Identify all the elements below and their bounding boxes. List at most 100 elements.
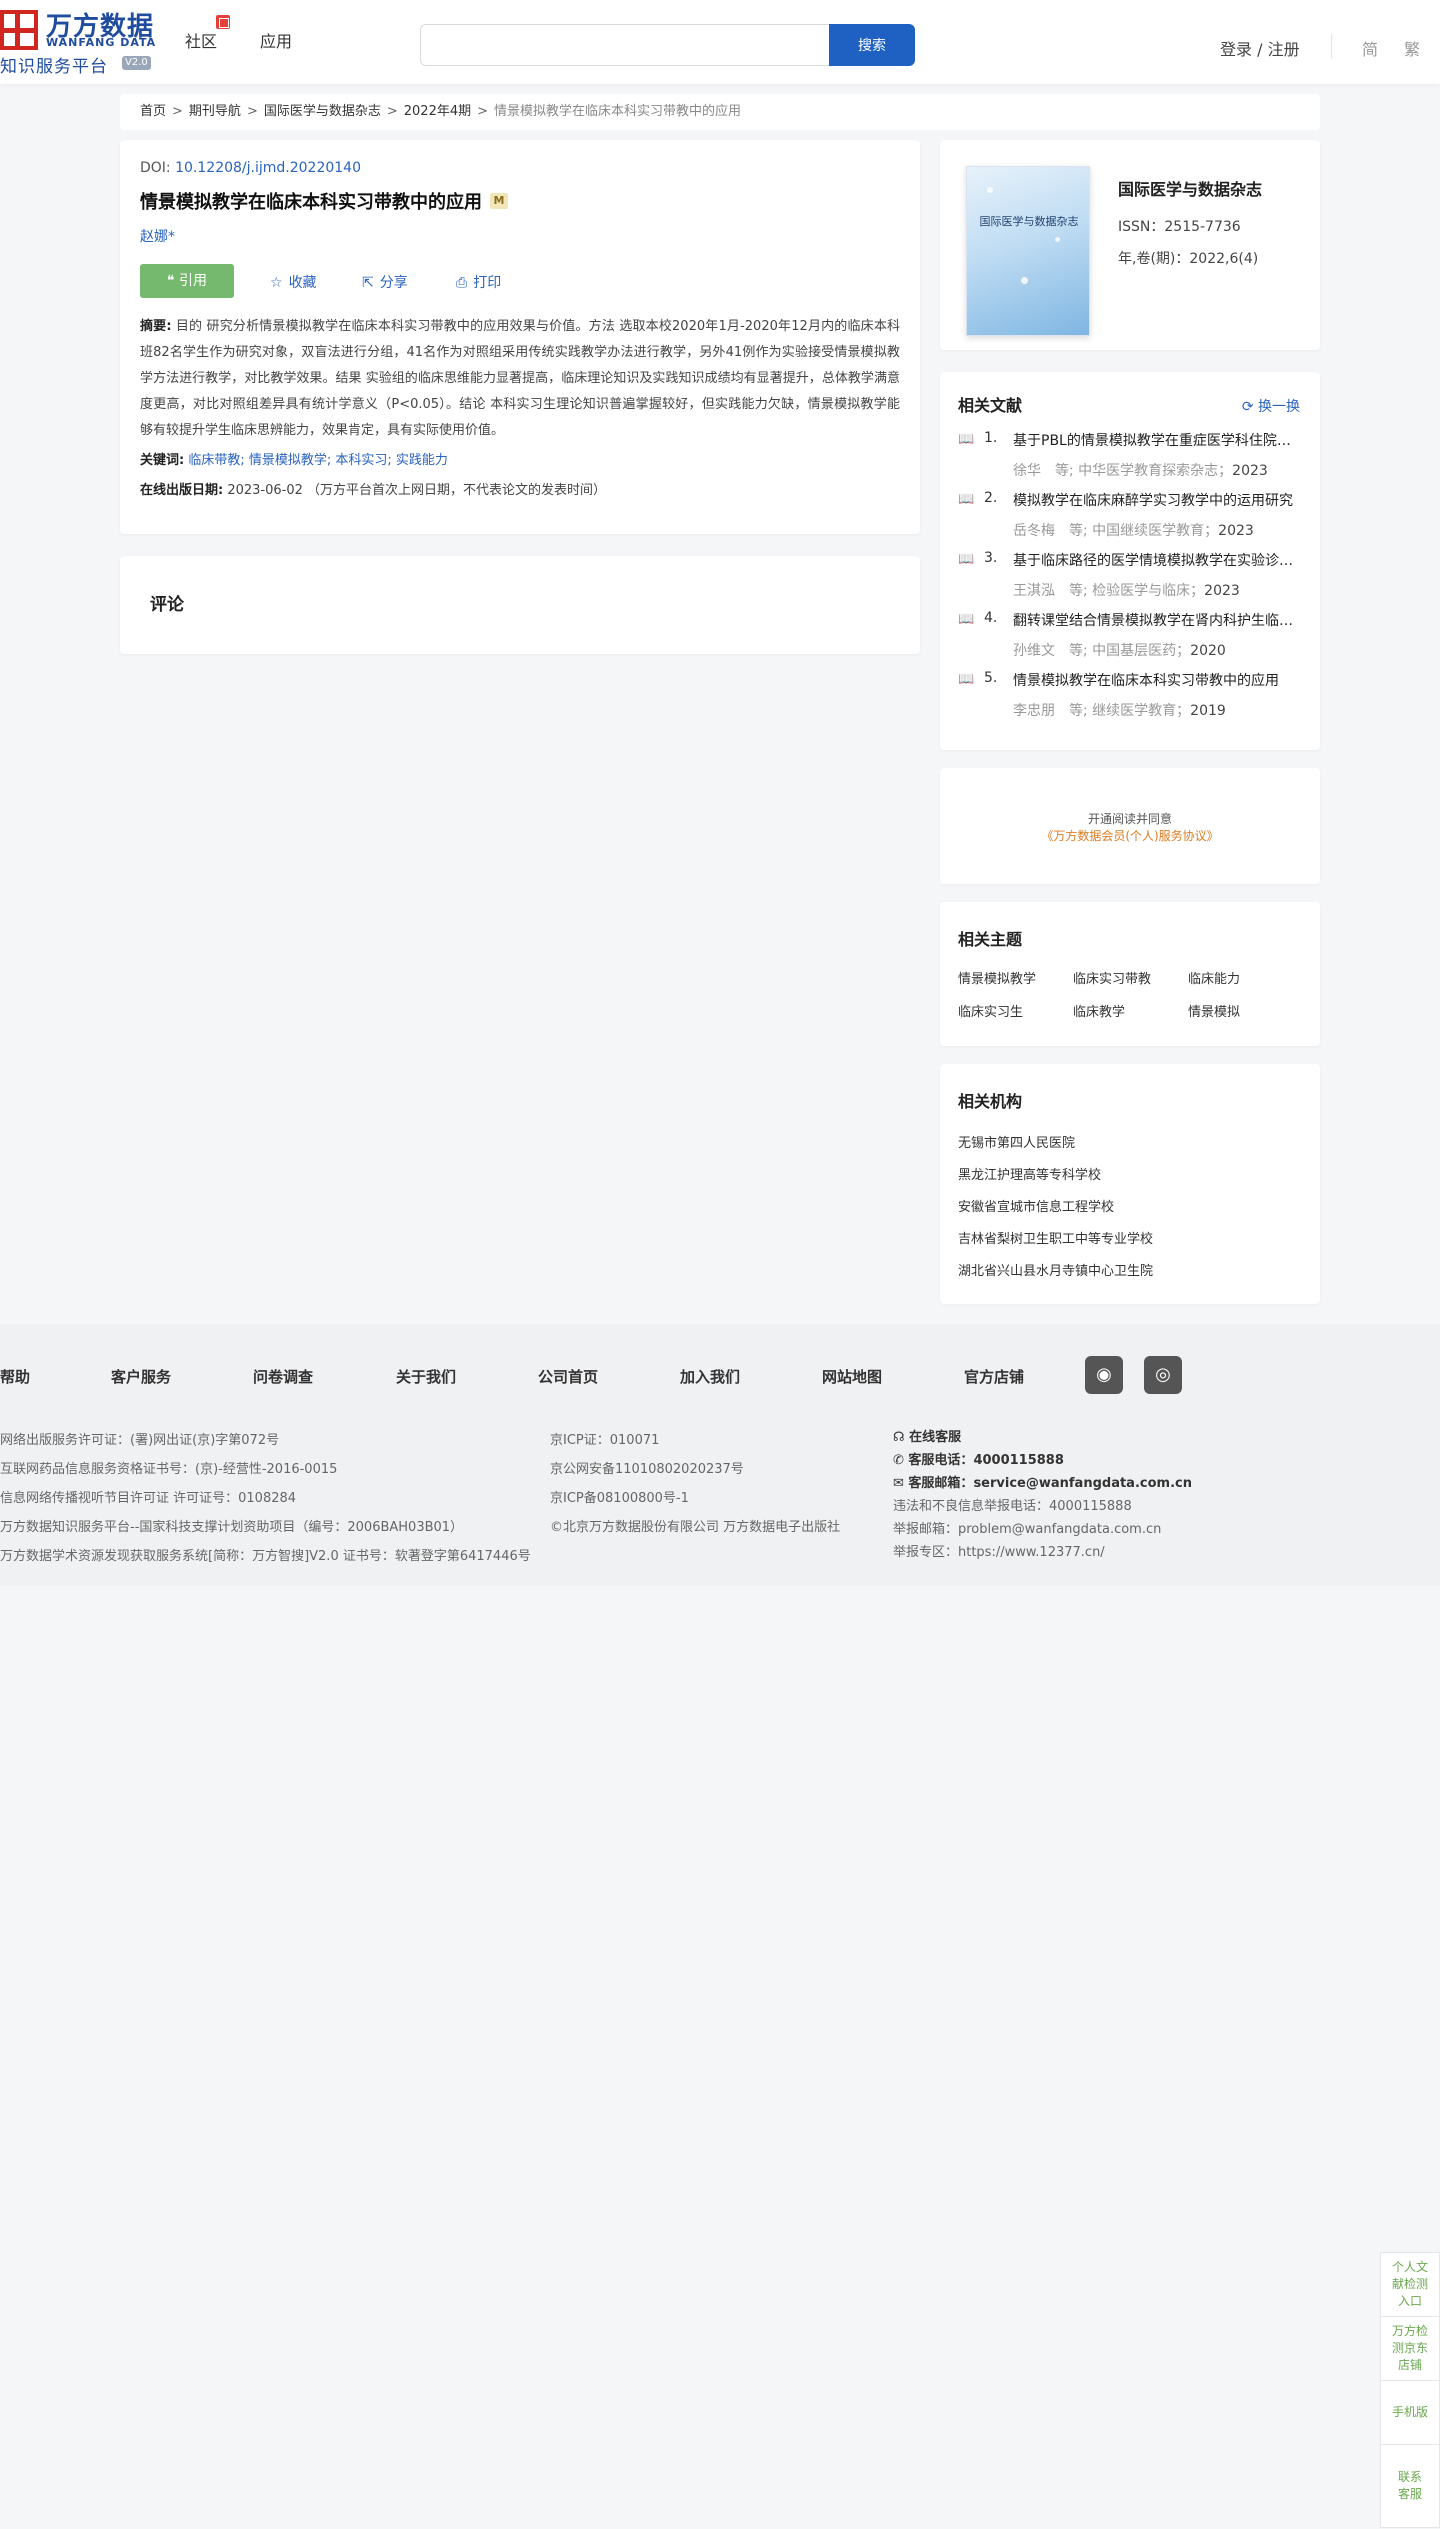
float-contact-service[interactable]: 联系客服	[1380, 2444, 1440, 2528]
cover-decoration	[1021, 277, 1028, 284]
org-link[interactable]: 黑龙江护理高等专科学校	[958, 1168, 1101, 1183]
logo-subtitle: 知识服务平台	[0, 57, 108, 77]
agreement-card: 开通阅读并同意 《万方数据会员(个人)服务协议》	[940, 768, 1320, 884]
star-icon: ☆	[270, 275, 283, 291]
swap-button[interactable]: ⟳ 换一换	[1242, 396, 1300, 416]
topic-link[interactable]: 临床实习带教	[1073, 968, 1188, 987]
topics-title: 相关主题	[958, 930, 1023, 949]
report-zone-link[interactable]: 举报专区：https://www.12377.cn/	[893, 1541, 1192, 1564]
footer-survey[interactable]: 问卷调查	[253, 1366, 313, 1387]
article-title: 情景模拟教学在临床本科实习带教中的应用	[140, 192, 482, 213]
headset-icon: ☊	[893, 1430, 910, 1445]
list-item[interactable]: 📖 3. 基于临床路径的医学情境模拟教学在实验诊断学中的应用 王淇泓 等; 检验…	[958, 550, 1303, 610]
agreement-link[interactable]: 《万方数据会员(个人)服务协议》	[1041, 829, 1218, 843]
list-item[interactable]: 📖 4. 翻转课堂结合情景模拟教学在肾内科护生临床带教中的应用 孙维文 等; 中…	[958, 610, 1303, 670]
related-title-link[interactable]: 基于临床路径的医学情境模拟教学在实验诊断学中的应用	[1013, 550, 1303, 570]
item-number: 1.	[984, 430, 998, 446]
footer-about[interactable]: 关于我们	[396, 1366, 456, 1387]
list-item[interactable]: 📖 1. 基于PBL的情景模拟教学在重症医学科住院医师规范化培训中的应用 徐华 …	[958, 430, 1303, 490]
related-authors-source: 王淇泓 等; 检验医学与临床；	[1013, 583, 1205, 599]
related-year: 2019	[1190, 703, 1226, 719]
related-meta: 岳冬梅 等; 中国继续医学教育；2023	[1013, 520, 1254, 540]
search-input[interactable]	[420, 24, 830, 66]
breadcrumb-journal[interactable]: 国际医学与数据杂志	[264, 104, 381, 119]
book-icon: 📖	[958, 672, 975, 687]
cite-button[interactable]: ❝ 引用	[140, 264, 234, 298]
list-item[interactable]: 📖 5. 情景模拟教学在临床本科实习带教中的应用 李忠朋 等; 继续医学教育；2…	[958, 670, 1302, 730]
online-service-label: 在线客服	[909, 1430, 962, 1445]
nav-community[interactable]: 社区	[185, 28, 217, 52]
item-number: 5.	[984, 670, 998, 686]
related-title-link[interactable]: 情景模拟教学在临床本科实习带教中的应用	[1013, 670, 1303, 690]
topic-link[interactable]: 情景模拟教学	[958, 968, 1073, 987]
org-link[interactable]: 湖北省兴山县水月寺镇中心卫生院	[958, 1264, 1153, 1279]
book-icon: 📖	[958, 492, 975, 507]
footer-customer-service[interactable]: 客户服务	[111, 1366, 171, 1387]
related-title-link[interactable]: 翻转课堂结合情景模拟教学在肾内科护生临床带教中的应用	[1013, 610, 1303, 630]
search-button[interactable]: 搜索	[829, 24, 915, 66]
print-button[interactable]: ⎙ 打印	[456, 272, 501, 292]
lang-traditional[interactable]: 繁	[1404, 36, 1420, 60]
book-icon: 📖	[958, 432, 975, 447]
breadcrumb-issue[interactable]: 2022年4期	[404, 104, 471, 119]
journal-cover[interactable]: 国际医学与数据杂志	[966, 166, 1090, 336]
header-divider	[1331, 34, 1332, 58]
footer-official-store[interactable]: 官方店铺	[964, 1366, 1024, 1387]
email-line: ✉ 客服邮箱：service@wanfangdata.com.cn	[893, 1472, 1192, 1495]
float-mobile[interactable]: 手机版	[1380, 2380, 1440, 2444]
footer-help[interactable]: 帮助	[0, 1366, 30, 1387]
topic-link[interactable]: 临床教学	[1073, 1001, 1188, 1020]
footer-join-us[interactable]: 加入我们	[680, 1366, 740, 1387]
footer-company-home[interactable]: 公司首页	[538, 1366, 598, 1387]
related-year: 2023	[1232, 463, 1268, 479]
email-address: service@wanfangdata.com.cn	[973, 1476, 1192, 1491]
community-badge-icon	[216, 15, 230, 29]
topic-link[interactable]: 情景模拟	[1188, 1001, 1303, 1020]
book-icon: 📖	[958, 612, 975, 627]
org-link[interactable]: 安徽省宣城市信息工程学校	[958, 1200, 1114, 1215]
icp-line: 京ICP证：010071	[550, 1433, 660, 1448]
abstract: 摘要: 目的 研究分析情景模拟教学在临床本科实习带教中的应用效果与价值。方法 选…	[140, 314, 900, 444]
related-meta: 李忠朋 等; 继续医学教育；2019	[1013, 700, 1226, 720]
keywords-links[interactable]: 临床带教; 情景模拟教学; 本科实习; 实践能力	[188, 453, 448, 468]
breadcrumb-journal-nav[interactable]: 期刊导航	[189, 104, 241, 119]
comment-card: 评论	[120, 556, 920, 654]
footer: 帮助 客户服务 问卷调查 关于我们 公司首页 加入我们 网站地图 官方店铺 ◉ …	[0, 1324, 1440, 1586]
phone-number: 4000115888	[973, 1453, 1064, 1468]
favorite-button[interactable]: ☆ 收藏	[270, 272, 317, 292]
wechat-icon[interactable]: ◎	[1144, 1356, 1182, 1394]
cover-decoration	[1055, 237, 1060, 242]
phone-label: 客服电话：	[908, 1453, 974, 1468]
journal-name[interactable]: 国际医学与数据杂志	[1118, 176, 1262, 200]
topic-link[interactable]: 临床实习生	[958, 1001, 1073, 1020]
breadcrumb-home[interactable]: 首页	[140, 104, 166, 119]
org-link[interactable]: 无锡市第四人民医院	[958, 1136, 1075, 1151]
author-link[interactable]: 赵娜*	[140, 226, 900, 246]
nav-apps[interactable]: 应用	[260, 28, 292, 52]
icp-line: 京公网安备11010802020237号	[550, 1462, 744, 1477]
doi-link[interactable]: 10.12208/j.ijmd.20220140	[175, 160, 361, 176]
related-authors-source: 徐华 等; 中华医学教育探索杂志；	[1013, 463, 1233, 479]
wanfang-logo[interactable]: 万方数据 WANFANG DATA 知识服务平台 V2.0	[0, 4, 160, 77]
topic-link[interactable]: 临床能力	[1188, 968, 1303, 987]
footer-icp: 京ICP证：010071 京公网安备11010802020237号 京ICP备0…	[550, 1426, 840, 1542]
float-jd-store[interactable]: 万方检测京东店铺	[1380, 2316, 1440, 2380]
login-register-link[interactable]: 登录 / 注册	[1220, 36, 1300, 60]
related-title-link[interactable]: 基于PBL的情景模拟教学在重症医学科住院医师规范化培训中的应用	[1013, 430, 1303, 450]
float-plagiarism-check[interactable]: 个人文献检测入口	[1380, 2252, 1440, 2316]
wanfang-logo-mark-icon	[0, 10, 38, 50]
abstract-label: 摘要:	[140, 319, 172, 334]
related-title-link[interactable]: 模拟教学在临床麻醉学实习教学中的运用研究	[1013, 490, 1303, 510]
list-item[interactable]: 📖 2. 模拟教学在临床麻醉学实习教学中的运用研究 岳冬梅 等; 中国继续医学教…	[958, 490, 1302, 550]
orgs-card: 相关机构 无锡市第四人民医院 黑龙江护理高等专科学校 安徽省宣城市信息工程学校 …	[940, 1064, 1320, 1304]
logo-english: WANFANG DATA	[46, 36, 157, 49]
pubdate-label: 在线出版日期:	[140, 483, 224, 498]
lang-simplified[interactable]: 简	[1362, 36, 1378, 60]
footer-sitemap[interactable]: 网站地图	[822, 1366, 882, 1387]
online-service-link[interactable]: ☊ 在线客服	[893, 1426, 1192, 1449]
org-link[interactable]: 吉林省梨树卫生职工中等专业学校	[958, 1232, 1153, 1247]
weibo-icon[interactable]: ◉	[1085, 1356, 1123, 1394]
pubdate: 在线出版日期: 2023-06-02 （万方平台首次上网日期，不代表论文的发表时…	[140, 478, 900, 504]
share-button[interactable]: ⇱ 分享	[362, 272, 408, 292]
journal-volume: 年,卷(期)：2022,6(4)	[1118, 251, 1259, 267]
